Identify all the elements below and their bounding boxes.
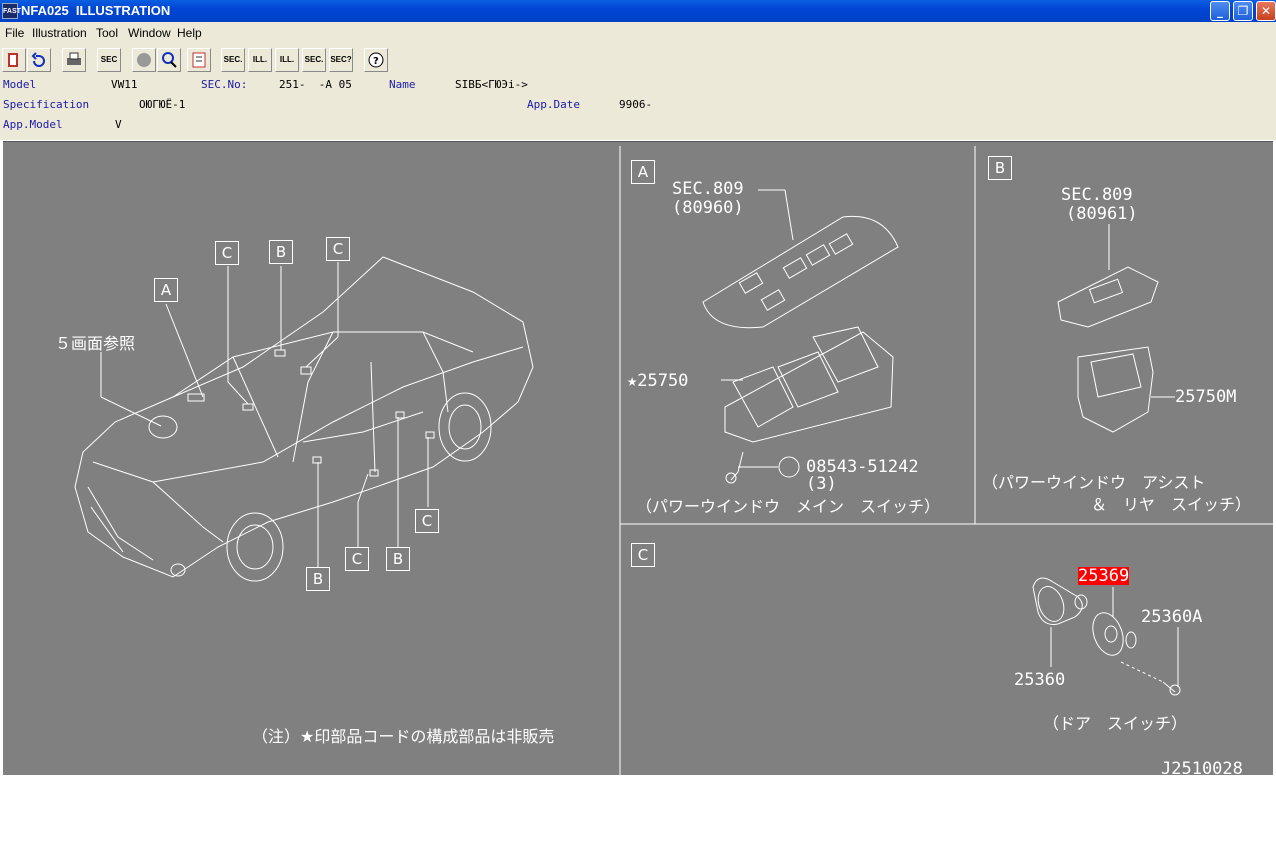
info-panel: Model VW11 SEC.No: 251- -A 05 Name SIBБ<… — [0, 76, 1276, 140]
help-icon[interactable]: ? — [364, 48, 388, 72]
callout-b[interactable]: B — [306, 567, 330, 591]
footnote: （注）★印部品コードの構成部品は非販売 — [252, 727, 555, 746]
prev-sec-button[interactable]: SEC. — [221, 48, 245, 72]
restore-button[interactable]: ❐ — [1233, 1, 1253, 21]
panel-b-sec-label[interactable]: SEC.809 — [1061, 186, 1133, 204]
spec-value: ОЮГЮЁ-1 — [139, 98, 186, 111]
panel-a-sec-label[interactable]: SEC.809 — [672, 180, 744, 198]
next-ill-button[interactable]: ILL. — [275, 48, 299, 72]
undo-icon[interactable] — [27, 48, 51, 72]
sec-search-button[interactable]: SEC? — [329, 48, 353, 72]
panel-c-caption: （ドア スイッチ） — [1043, 714, 1188, 733]
panel-c-label: C — [631, 543, 655, 567]
panel-a-caption: （パワーウインドウ メイン スイッチ） — [636, 497, 941, 516]
minimize-button[interactable]: _ — [1210, 1, 1230, 21]
zoom-icon[interactable] — [157, 48, 181, 72]
page-icon[interactable] — [187, 48, 211, 72]
model-label: Model — [3, 78, 37, 91]
callout-c[interactable]: C — [215, 241, 239, 265]
window-title: NFA025 ILLUSTRATION — [21, 3, 171, 18]
panel-b-label: B — [988, 156, 1012, 180]
panel-b-caption-line1: （パワーウインドウ アシスト — [982, 473, 1206, 492]
menu-window[interactable]: Window — [128, 26, 171, 40]
sec-value: 251- -A 05 — [279, 78, 352, 91]
menu-file[interactable]: File — [5, 26, 24, 40]
book-icon[interactable] — [2, 48, 26, 72]
panel-b-caption-line2: ＆ リヤ スイッチ） — [1091, 495, 1252, 514]
callout-c[interactable]: C — [345, 547, 369, 571]
callout-c[interactable]: C — [415, 509, 439, 533]
name-value: SIBБ<ГЮЭi-> — [455, 78, 528, 91]
illustration-drawing — [74, 146, 1273, 775]
master-switch-drawing — [702, 215, 899, 484]
app-icon: FAST — [2, 3, 21, 19]
illustration-canvas[interactable]: A C B C B C B C ５画面参照 A SEC.809 (80960) … — [3, 141, 1273, 779]
drawing-id: J2510028 — [1161, 759, 1243, 779]
callout-c[interactable]: C — [326, 237, 350, 261]
callout-b[interactable]: B — [386, 547, 410, 571]
toolbar: SEC SEC. ILL. ILL. SEC. SEC? ? — [0, 43, 1276, 76]
part-25750m[interactable]: 25750M — [1175, 388, 1236, 406]
model-value: VW11 — [111, 78, 138, 91]
part-25369-selected[interactable]: 25369 — [1078, 567, 1130, 585]
menu-tool[interactable]: Tool — [96, 26, 118, 40]
menu-illustration[interactable]: Illustration — [32, 26, 87, 40]
part-25360[interactable]: 25360 — [1014, 671, 1065, 689]
appdate-label: App.Date — [527, 98, 580, 111]
title-bar: FAST NFA025 ILLUSTRATION _ ❐ ✕ — [0, 0, 1276, 22]
circle-icon[interactable] — [132, 48, 156, 72]
appmodel-value: V — [115, 118, 122, 131]
sec-button[interactable]: SEC — [97, 48, 121, 72]
panel-a-sec-code[interactable]: (80960) — [672, 199, 744, 217]
screw-quantity: (3) — [806, 474, 837, 494]
panel-b-sec-code[interactable]: (80961) — [1066, 205, 1138, 223]
reference-note: ５画面参照 — [55, 334, 136, 353]
close-button[interactable]: ✕ — [1256, 1, 1276, 21]
assist-switch-drawing — [1057, 266, 1159, 433]
callout-b[interactable]: B — [269, 240, 293, 264]
appdate-value: 9906- — [619, 98, 653, 111]
appmodel-label: App.Model — [3, 118, 63, 131]
part-25360a[interactable]: 25360A — [1141, 608, 1202, 626]
svg-text:?: ? — [373, 56, 379, 67]
spec-label: Specification — [3, 98, 90, 111]
next-sec-button[interactable]: SEC. — [302, 48, 326, 72]
panel-a-label: A — [631, 160, 655, 184]
name-label: Name — [389, 78, 416, 91]
menu-help[interactable]: Help — [177, 26, 202, 40]
part-25750[interactable]: ★25750 — [627, 372, 688, 390]
print-icon[interactable] — [62, 48, 86, 72]
prev-ill-button[interactable]: ILL. — [248, 48, 272, 72]
sec-label: SEC.No: — [201, 78, 248, 91]
callout-a[interactable]: A — [154, 278, 178, 302]
car-drawing — [74, 256, 534, 582]
menu-bar: File Illustration Tool Window Help — [0, 22, 1276, 43]
